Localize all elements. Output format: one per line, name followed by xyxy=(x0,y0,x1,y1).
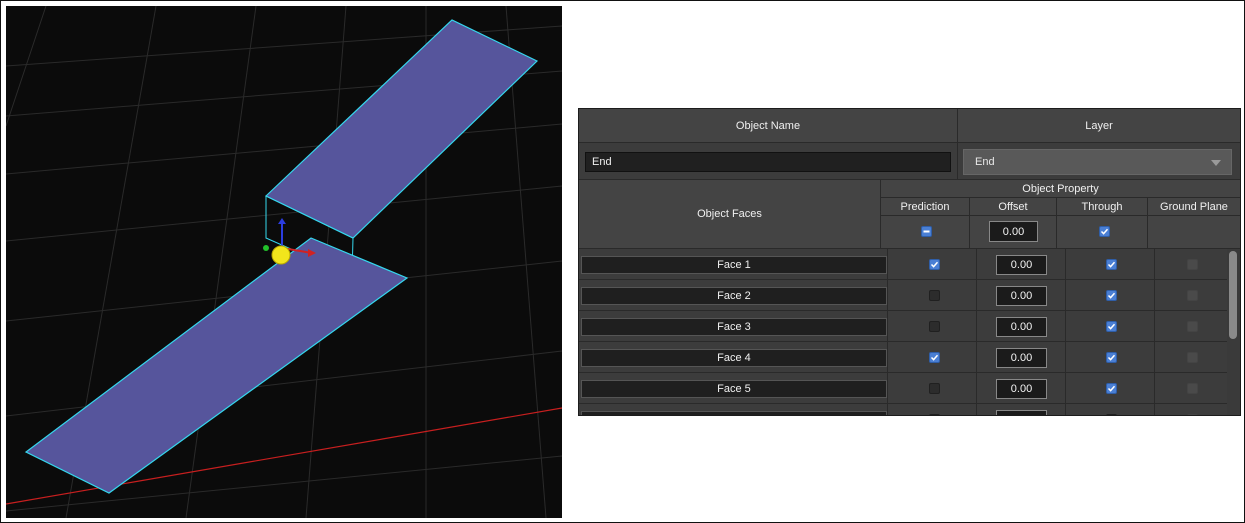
prediction-checkbox[interactable] xyxy=(929,352,940,363)
prediction-all-checkbox[interactable] xyxy=(921,226,932,237)
table-row[interactable]: Face 1 0.00 xyxy=(579,249,1227,280)
table-row[interactable]: Face 4 0.00 xyxy=(579,342,1227,373)
offset-input[interactable] xyxy=(996,410,1047,415)
ground-plane-checkbox[interactable] xyxy=(1187,290,1198,301)
face-name-field[interactable] xyxy=(581,411,887,415)
scrollbar-thumb[interactable] xyxy=(1229,251,1237,339)
through-checkbox[interactable] xyxy=(1106,259,1117,270)
prediction-checkbox[interactable] xyxy=(929,414,940,415)
layer-dropdown-value: End xyxy=(975,156,995,168)
offset-all-input[interactable]: 0.00 xyxy=(989,221,1038,242)
prediction-checkbox[interactable] xyxy=(929,259,940,270)
ground-plane-checkbox[interactable] xyxy=(1187,352,1198,363)
upper-face-plate[interactable] xyxy=(264,19,539,239)
layer-header: Layer xyxy=(958,109,1240,143)
lower-face-plate[interactable] xyxy=(24,237,409,494)
offset-input[interactable]: 0.00 xyxy=(996,255,1047,275)
offset-input[interactable]: 0.00 xyxy=(996,348,1047,368)
through-checkbox[interactable] xyxy=(1106,352,1117,363)
face-name-field[interactable]: Face 3 xyxy=(581,318,887,336)
through-checkbox[interactable] xyxy=(1106,321,1117,332)
face-name-field[interactable]: Face 4 xyxy=(581,349,887,367)
faces-scrollbar[interactable] xyxy=(1227,249,1240,415)
prediction-checkbox[interactable] xyxy=(929,321,940,332)
offset-input[interactable]: 0.00 xyxy=(996,379,1047,399)
y-arrow-icon xyxy=(278,218,286,224)
face-name-field[interactable]: Face 5 xyxy=(581,380,887,398)
table-row[interactable]: Face 3 0.00 xyxy=(579,311,1227,342)
chevron-down-icon xyxy=(1211,160,1221,166)
ground-plane-checkbox[interactable] xyxy=(1187,259,1198,270)
object-name-header: Object Name xyxy=(579,109,958,143)
through-checkbox[interactable] xyxy=(1106,383,1117,394)
prediction-checkbox[interactable] xyxy=(929,383,940,394)
gizmo-sphere-icon xyxy=(271,245,291,265)
3d-viewport[interactable] xyxy=(6,6,562,518)
ground-plane-header: Ground Plane xyxy=(1148,198,1240,216)
through-checkbox[interactable] xyxy=(1106,414,1117,415)
ground-plane-checkbox[interactable] xyxy=(1187,321,1198,332)
ground-plane-all-cell xyxy=(1148,216,1240,249)
table-row[interactable] xyxy=(579,404,1227,415)
layer-dropdown[interactable]: End xyxy=(963,149,1232,175)
prediction-header: Prediction xyxy=(881,198,970,216)
object-properties-panel: Object Name Layer End Object Faces Objec… xyxy=(578,108,1241,416)
table-row[interactable]: Face 2 0.00 xyxy=(579,280,1227,311)
faces-list[interactable]: Face 1 0.00 Face 2 0.00 Face 3 0.00 Face 4 0.00… xyxy=(579,249,1227,415)
ground-plane-checkbox[interactable] xyxy=(1187,414,1198,415)
viewport-canvas[interactable] xyxy=(6,6,562,518)
table-row[interactable]: Face 5 0.00 xyxy=(579,373,1227,404)
object-property-header: Object Property xyxy=(881,180,1240,198)
offset-input[interactable]: 0.00 xyxy=(996,286,1047,306)
through-header: Through xyxy=(1057,198,1148,216)
object-name-input[interactable] xyxy=(585,152,951,172)
z-axis-handle xyxy=(263,245,269,251)
ground-plane-checkbox[interactable] xyxy=(1187,383,1198,394)
through-checkbox[interactable] xyxy=(1106,290,1117,301)
object-faces-header: Object Faces xyxy=(579,180,881,249)
face-name-field[interactable]: Face 2 xyxy=(581,287,887,305)
offset-input[interactable]: 0.00 xyxy=(996,317,1047,337)
face-name-field[interactable]: Face 1 xyxy=(581,256,887,274)
through-all-checkbox[interactable] xyxy=(1099,226,1110,237)
offset-header: Offset xyxy=(970,198,1057,216)
prediction-checkbox[interactable] xyxy=(929,290,940,301)
